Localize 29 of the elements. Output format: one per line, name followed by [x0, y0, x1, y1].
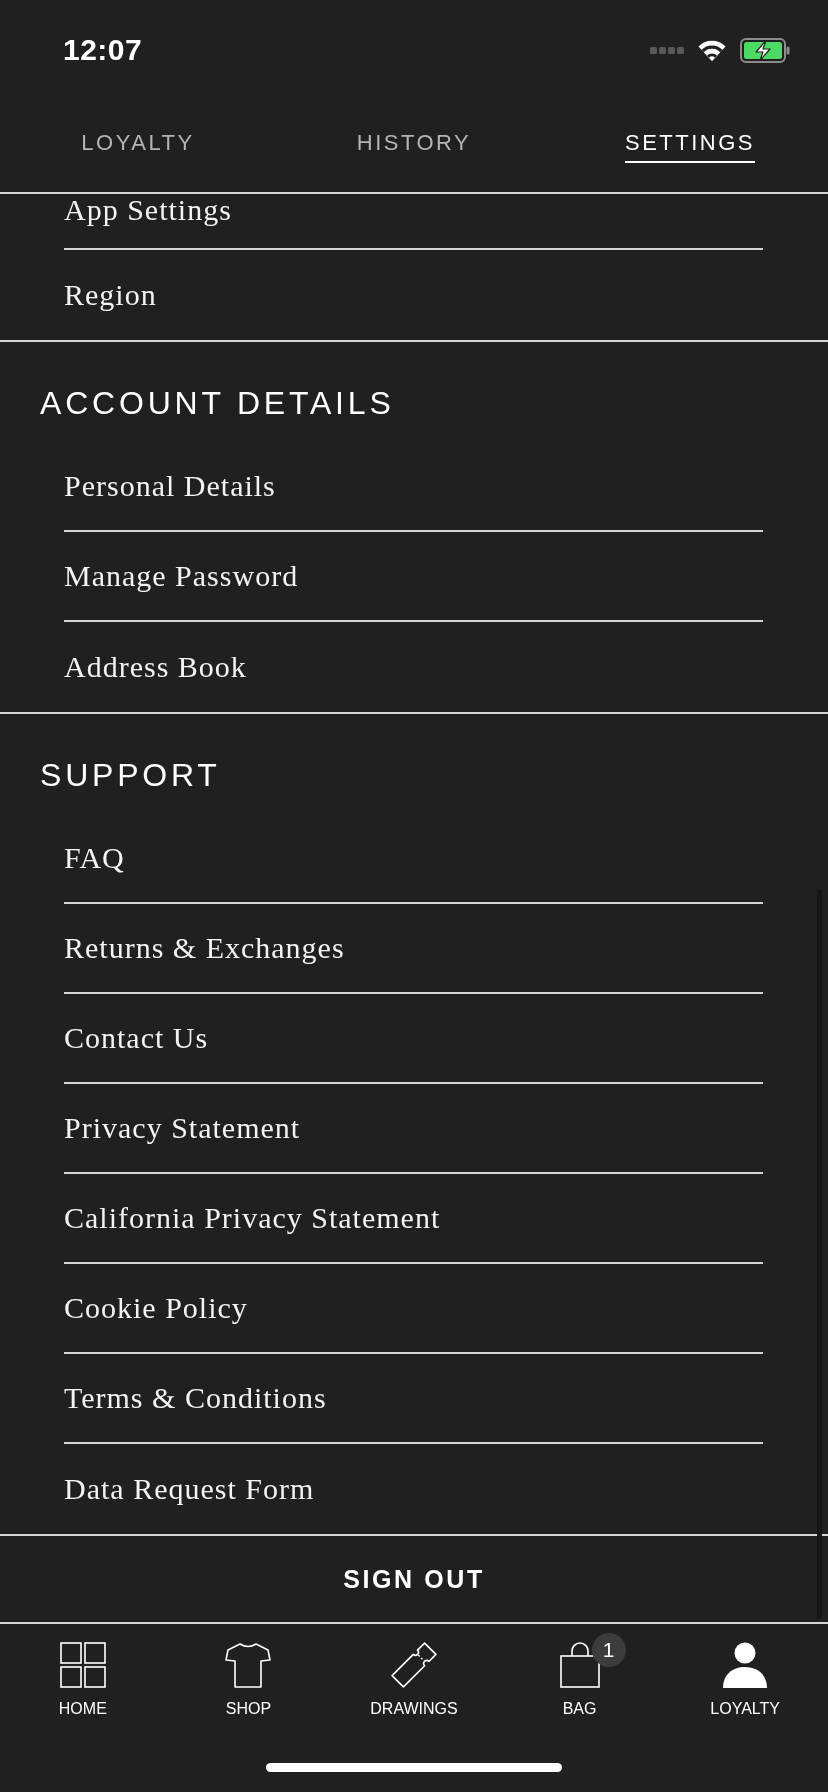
- menu-item[interactable]: Terms & Conditions: [64, 1354, 763, 1444]
- menu-item[interactable]: Data Request Form: [64, 1444, 763, 1534]
- sign-out-button[interactable]: SIGN OUT: [0, 1536, 828, 1622]
- battery-charging-icon: [740, 37, 790, 63]
- menu-item[interactable]: App Settings: [64, 194, 763, 250]
- tab[interactable]: HISTORY: [356, 128, 472, 163]
- signal-icon: [650, 46, 684, 54]
- wifi-icon: [698, 39, 726, 61]
- nav-item[interactable]: LOYALTY: [683, 1630, 808, 1719]
- nav-item[interactable]: DRAWINGS: [352, 1630, 476, 1719]
- menu-item[interactable]: Address Book: [64, 622, 763, 712]
- count-badge: 1: [591, 1633, 626, 1667]
- status-time: 12:07: [63, 32, 143, 68]
- menu-item[interactable]: Manage Password: [64, 532, 763, 622]
- tab[interactable]: SETTINGS: [625, 128, 755, 163]
- menu-item[interactable]: Privacy Statement: [64, 1084, 763, 1174]
- menu-item[interactable]: Returns & Exchanges: [64, 904, 763, 994]
- menu-item[interactable]: Personal Details: [64, 442, 763, 532]
- menu-item[interactable]: FAQ: [64, 814, 763, 904]
- menu-item[interactable]: Contact Us: [64, 994, 763, 1084]
- nav-item[interactable]: HOME: [20, 1630, 145, 1719]
- menu-item[interactable]: California Privacy Statement: [64, 1174, 763, 1264]
- nav-item[interactable]: 1 BAG: [517, 1630, 642, 1719]
- section-heading: SUPPORT: [39, 756, 222, 795]
- section-heading: ACCOUNT DETAILS: [39, 384, 396, 423]
- menu-item[interactable]: Region: [64, 250, 763, 340]
- nav-item[interactable]: SHOP: [186, 1630, 311, 1719]
- menu-item[interactable]: Cookie Policy: [64, 1264, 763, 1354]
- tab[interactable]: LOYALTY: [81, 128, 195, 163]
